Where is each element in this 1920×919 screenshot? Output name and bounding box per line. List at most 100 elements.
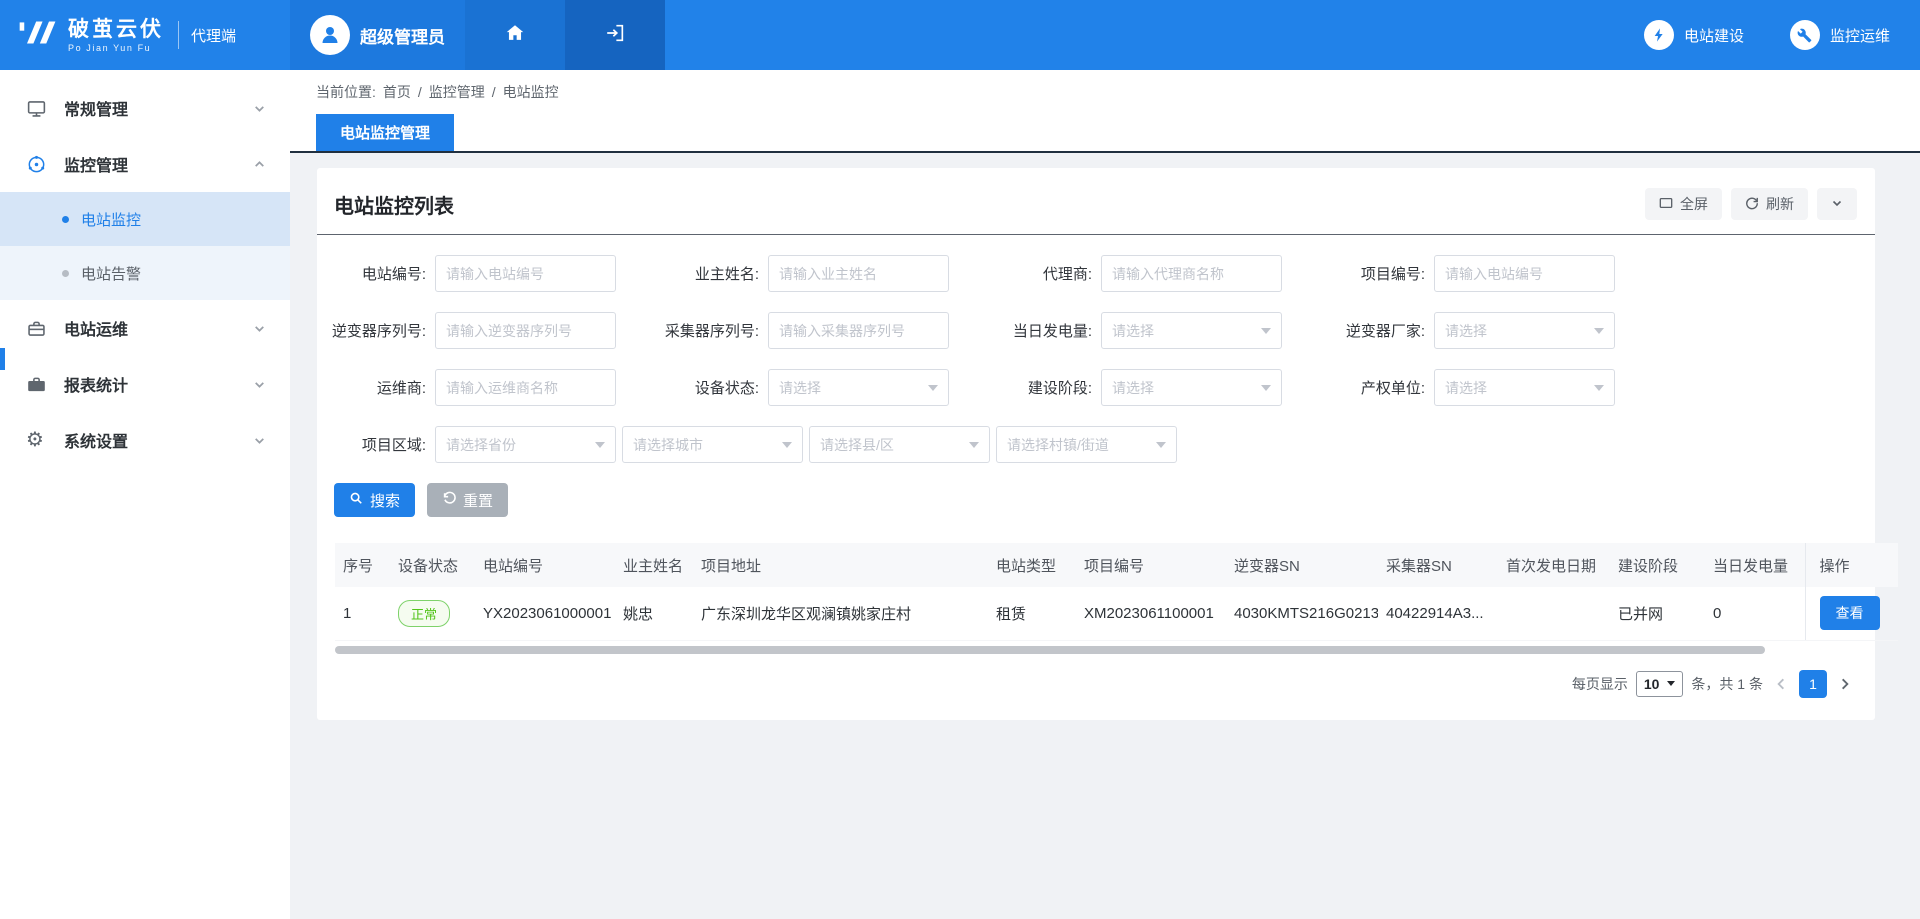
submenu-item-label: 电站告警 <box>81 263 141 284</box>
reset-button[interactable]: 重置 <box>427 483 508 517</box>
station-no-input[interactable] <box>435 255 616 292</box>
page-1-button[interactable]: 1 <box>1799 670 1827 698</box>
collector-sn-input[interactable] <box>768 312 949 349</box>
breadcrumb-current: 电站监控 <box>503 82 559 102</box>
form-row: 项目区域: 请选择省份 请选择城市 <box>317 426 1875 463</box>
submenu-item-label: 电站监控 <box>81 209 141 230</box>
tab-station-monitoring-management[interactable]: 电站监控管理 <box>316 114 454 151</box>
per-page-select[interactable]: 10 <box>1636 671 1684 697</box>
breadcrumb-monitoring[interactable]: 监控管理 <box>429 82 485 102</box>
field-label: 运维商: <box>317 377 435 398</box>
sidebar-item-label: 报表统计 <box>64 372 128 396</box>
monitor-icon <box>26 98 50 119</box>
province-select[interactable]: 请选择省份 <box>435 426 616 463</box>
next-page-button[interactable] <box>1835 677 1855 691</box>
owner-name-input[interactable] <box>768 255 949 292</box>
user-icon <box>318 23 342 47</box>
logo-subtitle: Po Jian Yun Fu <box>68 43 164 53</box>
refresh-button[interactable]: 刷新 <box>1731 188 1808 220</box>
logout-button[interactable] <box>565 0 665 70</box>
breadcrumb-home[interactable]: 首页 <box>383 82 411 102</box>
select-placeholder: 请选择 <box>1112 378 1154 398</box>
town-select[interactable]: 请选择村镇/街道 <box>996 426 1177 463</box>
sidebar-item-report-statistics[interactable]: 报表统计 <box>0 356 290 412</box>
col-station-no: 电站编号 <box>475 543 615 587</box>
search-button[interactable]: 搜索 <box>334 483 415 517</box>
cell-station-type: 租赁 <box>988 587 1076 640</box>
cell-index: 1 <box>335 587 390 640</box>
logout-icon <box>604 22 626 49</box>
daily-power-select[interactable]: 请选择 <box>1101 312 1282 349</box>
select-placeholder: 请选择省份 <box>446 435 516 455</box>
gear-icon: ⚙ <box>26 430 50 450</box>
field-label: 建设阶段: <box>983 377 1101 398</box>
inverter-sn-input[interactable] <box>435 312 616 349</box>
field-inverter-vendor: 逆变器厂家: 请选择 <box>1316 312 1615 349</box>
monitoring-submenu: 电站监控 电站告警 <box>0 192 290 300</box>
nav-station-construction[interactable]: 电站建设 <box>1644 0 1744 70</box>
inverter-vendor-select[interactable]: 请选择 <box>1434 312 1615 349</box>
field-owner-name: 业主姓名: <box>650 255 949 292</box>
field-property-unit: 产权单位: 请选择 <box>1316 369 1615 406</box>
field-inverter-sn: 逆变器序列号: <box>317 312 616 349</box>
caret-down-icon <box>969 442 979 448</box>
county-select[interactable]: 请选择县/区 <box>809 426 990 463</box>
project-no-input[interactable] <box>1434 255 1615 292</box>
nav-monitoring-ops[interactable]: 监控运维 <box>1790 0 1890 70</box>
field-label: 当日发电量: <box>983 320 1101 341</box>
app-root: 破茧云伏 Po Jian Yun Fu 代理端 超级管理员 <box>0 0 1920 919</box>
sidebar-item-station-monitoring[interactable]: 电站监控 <box>0 192 290 246</box>
field-build-stage: 建设阶段: 请选择 <box>983 369 1282 406</box>
property-unit-select[interactable]: 请选择 <box>1434 369 1615 406</box>
build-stage-select[interactable]: 请选择 <box>1101 369 1282 406</box>
prev-page-button[interactable] <box>1771 677 1791 691</box>
select-placeholder: 请选择 <box>1112 321 1154 341</box>
select-placeholder: 请选择城市 <box>633 435 703 455</box>
cell-station-no: YX2023061000001 <box>475 587 615 640</box>
city-select[interactable]: 请选择城市 <box>622 426 803 463</box>
agent-input[interactable] <box>1101 255 1282 292</box>
device-status-select[interactable]: 请选择 <box>768 369 949 406</box>
form-row: 逆变器序列号: 采集器序列号: 当日发电量: 请选择 <box>317 312 1875 349</box>
cell-device-status: 正常 <box>390 587 475 640</box>
select-placeholder: 请选择县/区 <box>820 435 894 455</box>
sidebar-item-station-alarm[interactable]: 电站告警 <box>0 246 290 300</box>
sidebar-item-system-settings[interactable]: ⚙ 系统设置 <box>0 412 290 468</box>
chevron-down-icon <box>253 102 266 115</box>
sidebar-item-label: 电站运维 <box>64 316 128 340</box>
view-button[interactable]: 查看 <box>1820 596 1880 630</box>
breadcrumb: 当前位置: 首页 / 监控管理 / 电站监控 <box>290 70 1920 114</box>
sidebar-item-label: 常规管理 <box>64 96 128 120</box>
nav-label: 监控运维 <box>1830 25 1890 46</box>
ops-vendor-input[interactable] <box>435 369 616 406</box>
field-label: 设备状态: <box>650 377 768 398</box>
col-project-no: 项目编号 <box>1076 543 1226 587</box>
panel-title: 电站监控列表 <box>334 190 454 219</box>
sidebar-item-station-ops[interactable]: 电站运维 <box>0 300 290 356</box>
horizontal-scrollbar[interactable] <box>335 646 1765 654</box>
field-label: 电站编号: <box>317 263 435 284</box>
collapse-panel-button[interactable] <box>1817 188 1857 220</box>
fullscreen-button[interactable]: 全屏 <box>1645 188 1722 220</box>
pagination: 每页显示 10 条，共 1 条 1 <box>317 670 1855 698</box>
home-icon <box>504 22 526 49</box>
field-label: 逆变器厂家: <box>1316 320 1434 341</box>
total-count-label: 条，共 1 条 <box>1691 674 1763 694</box>
chevron-down-icon <box>1831 196 1843 212</box>
breadcrumb-prefix: 当前位置: <box>316 82 376 102</box>
briefcase-icon <box>26 374 50 395</box>
sidebar-item-label: 系统设置 <box>64 428 128 452</box>
content: 当前位置: 首页 / 监控管理 / 电站监控 电站监控管理 电站监控列表 <box>290 70 1920 919</box>
search-icon <box>349 491 363 509</box>
reset-button-label: 重置 <box>463 490 493 511</box>
col-build-stage: 建设阶段 <box>1610 543 1705 587</box>
logo-text: 破茧云伏 Po Jian Yun Fu <box>68 18 164 53</box>
topbar-spacer <box>665 0 1644 70</box>
sidebar-item-general-management[interactable]: 常规管理 <box>0 80 290 136</box>
home-button[interactable] <box>465 0 565 70</box>
table-row: 1 正常 YX2023061000001 姚忠 广东深圳龙华区观澜镇姚家庄村 租… <box>335 587 1898 640</box>
user-menu[interactable]: 超级管理员 <box>290 0 465 70</box>
logo: 破茧云伏 Po Jian Yun Fu 代理端 <box>0 0 290 70</box>
field-project-region: 项目区域: 请选择省份 请选择城市 <box>317 426 1177 463</box>
sidebar-item-monitoring-management[interactable]: 监控管理 <box>0 136 290 192</box>
